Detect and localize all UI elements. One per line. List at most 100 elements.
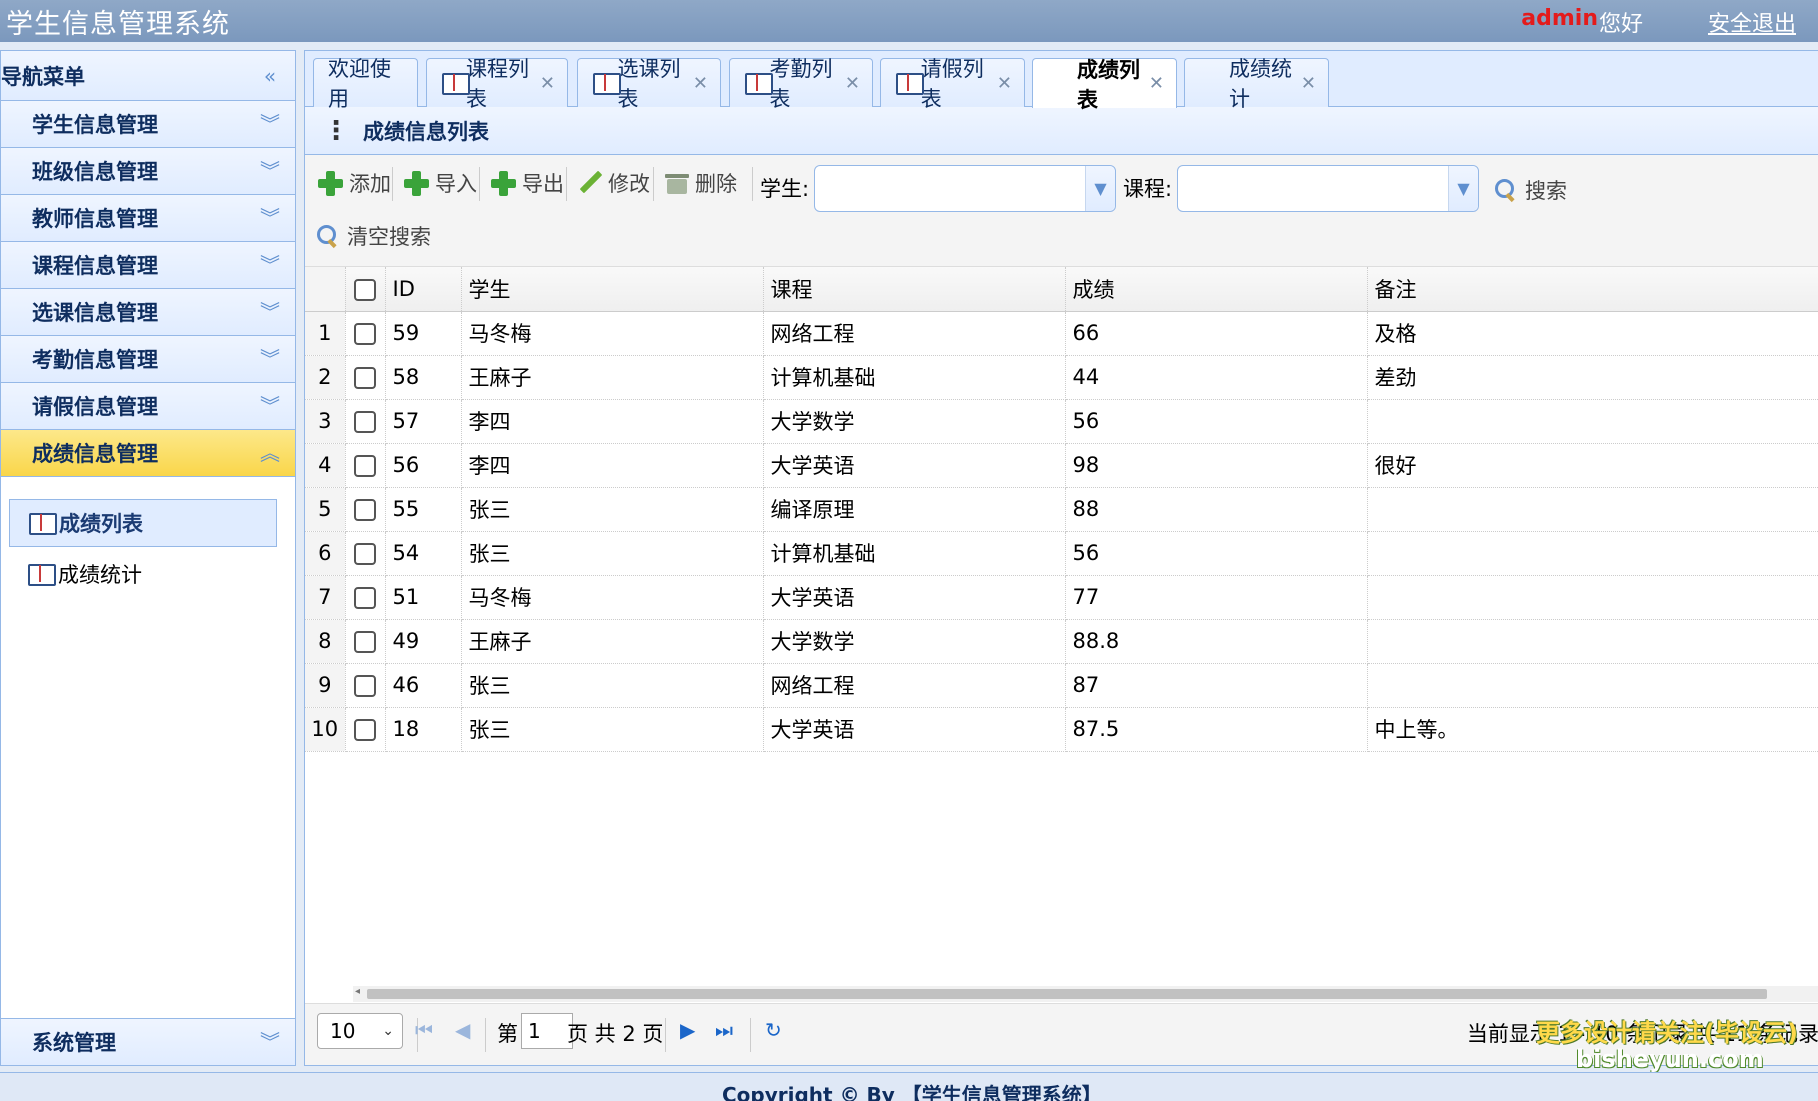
last-page-icon[interactable]: ⏭: [715, 1018, 733, 1042]
table-row[interactable]: 2 58 王麻子 计算机基础 44 差劲: [305, 355, 1818, 400]
tab-grade-stats[interactable]: 成绩统计 ✕: [1184, 57, 1329, 111]
cell-student: 王麻子: [461, 355, 764, 400]
sidebar-item-grade-stats[interactable]: 成绩统计: [9, 550, 277, 598]
row-checkbox[interactable]: [354, 543, 376, 565]
column-header-score[interactable]: 成绩: [1065, 267, 1368, 312]
tab-label: 请假列表: [920, 57, 984, 111]
cell-student: 马冬梅: [461, 311, 764, 356]
prev-page-icon[interactable]: ◀: [455, 1018, 470, 1042]
edit-button[interactable]: 修改: [578, 168, 650, 198]
cell-student: 王麻子: [461, 619, 764, 664]
table-row[interactable]: 4 56 李四 大学英语 98 很好: [305, 443, 1818, 488]
row-checkbox[interactable]: [354, 323, 376, 345]
refresh-icon[interactable]: ↻: [765, 1018, 782, 1042]
sidebar: 导航菜单 « 学生信息管理 ︾ 班级信息管理 ︾ 教师信息管理 ︾ 课程信息管理…: [0, 50, 296, 1066]
cell-id: 46: [385, 663, 462, 708]
pager-divider: [665, 1018, 666, 1052]
tab-attendance-list[interactable]: 考勤列表 ✕: [729, 57, 873, 111]
close-icon[interactable]: ✕: [693, 73, 708, 94]
row-checkbox[interactable]: [354, 367, 376, 389]
sidebar-section-teacher[interactable]: 教师信息管理 ︾: [1, 195, 295, 242]
sidebar-section-course[interactable]: 课程信息管理 ︾: [1, 242, 295, 289]
horizontal-scrollbar[interactable]: ◂: [353, 986, 1818, 1002]
row-checkbox[interactable]: [354, 587, 376, 609]
sidebar-item-label: 成绩统计: [58, 563, 142, 587]
collapse-sidebar-icon[interactable]: «: [259, 66, 281, 86]
table-row[interactable]: 6 54 张三 计算机基础 56: [305, 531, 1818, 576]
row-checkbox[interactable]: [354, 675, 376, 697]
next-page-icon[interactable]: ▶: [680, 1018, 695, 1042]
sidebar-section-attendance[interactable]: 考勤信息管理 ︾: [1, 336, 295, 383]
sidebar-item-grade-list[interactable]: 成绩列表: [9, 499, 277, 547]
scroll-left-icon[interactable]: ◂: [355, 986, 360, 997]
cell-course: 大学数学: [763, 619, 1066, 664]
table-row[interactable]: 3 57 李四 大学数学 56: [305, 399, 1818, 444]
column-header-remark[interactable]: 备注: [1367, 267, 1818, 312]
pager-divider: [485, 1018, 486, 1052]
page-suffix: 页 共 2 页: [567, 1022, 664, 1046]
search-icon: [317, 225, 339, 247]
first-page-icon[interactable]: ⏮: [415, 1018, 433, 1042]
toolbar-divider: [392, 167, 393, 201]
page-number-input[interactable]: 1: [521, 1013, 573, 1049]
course-combobox[interactable]: ▼: [1177, 165, 1479, 212]
search-icon: [1495, 179, 1517, 201]
chevron-down-icon[interactable]: ▼: [1448, 166, 1478, 211]
tab-leave-list[interactable]: 请假列表 ✕: [880, 57, 1025, 111]
scrollbar-thumb[interactable]: [367, 989, 1767, 999]
row-checkbox[interactable]: [354, 631, 376, 653]
select-all-checkbox[interactable]: [354, 278, 376, 301]
close-icon[interactable]: ✕: [845, 73, 860, 94]
row-number: 3: [305, 399, 346, 444]
chevron-down-icon[interactable]: ▼: [1085, 166, 1115, 211]
clear-search-button[interactable]: 清空搜索: [317, 221, 431, 251]
page-size-select[interactable]: 10 ⌄: [317, 1013, 403, 1049]
table-row[interactable]: 8 49 王麻子 大学数学 88.8: [305, 619, 1818, 664]
column-header-student[interactable]: 学生: [461, 267, 764, 312]
tab-selection-list[interactable]: 选课列表 ✕: [577, 57, 721, 111]
cell-student: 张三: [461, 487, 764, 532]
row-checkbox[interactable]: [354, 411, 376, 433]
sidebar-section-student[interactable]: 学生信息管理 ︾: [1, 101, 295, 148]
close-icon[interactable]: ✕: [1149, 73, 1164, 94]
tab-welcome[interactable]: 欢迎使用: [313, 57, 418, 111]
table-row[interactable]: 5 55 张三 编译原理 88: [305, 487, 1818, 532]
table-row[interactable]: 7 51 马冬梅 大学英语 77: [305, 575, 1818, 620]
table-row[interactable]: 1 59 马冬梅 网络工程 66 及格: [305, 311, 1818, 356]
cell-student: 张三: [461, 663, 764, 708]
cell-course: 计算机基础: [763, 355, 1066, 400]
sidebar-section-grades[interactable]: 成绩信息管理 ︽: [1, 430, 295, 477]
tab-label: 选课列表: [617, 57, 681, 111]
chevron-down-icon: ︾: [260, 112, 280, 136]
sidebar-section-label: 成绩信息管理: [32, 442, 158, 466]
row-checkbox[interactable]: [354, 719, 376, 741]
search-button[interactable]: 搜索: [1495, 175, 1567, 205]
logout-link[interactable]: 安全退出: [1708, 6, 1796, 38]
close-icon[interactable]: ✕: [1301, 73, 1316, 94]
column-header-course[interactable]: 课程: [763, 267, 1066, 312]
sidebar-section-selection[interactable]: 选课信息管理 ︾: [1, 289, 295, 336]
sidebar-section-system[interactable]: 系统管理 ︾: [1, 1018, 295, 1065]
chevron-up-icon: ︽: [260, 441, 280, 465]
table-row[interactable]: 10 18 张三 大学英语 87.5 中上等。: [305, 707, 1818, 752]
sidebar-section-leave[interactable]: 请假信息管理 ︾: [1, 383, 295, 430]
tab-grade-list[interactable]: 成绩列表 ✕: [1032, 58, 1177, 112]
row-select-cell: [345, 663, 386, 708]
row-checkbox[interactable]: [354, 455, 376, 477]
clear-search-label: 清空搜索: [347, 225, 431, 249]
column-header-id[interactable]: ID: [385, 267, 462, 312]
add-button[interactable]: 添加: [317, 168, 391, 198]
close-icon[interactable]: ✕: [540, 73, 555, 94]
row-select-cell: [345, 487, 386, 532]
student-combobox[interactable]: ▼: [814, 165, 1116, 212]
table-row[interactable]: 9 46 张三 网络工程 87: [305, 663, 1818, 708]
export-button[interactable]: 导出: [490, 168, 564, 198]
sidebar-section-class[interactable]: 班级信息管理 ︾: [1, 148, 295, 195]
cell-remark: [1367, 663, 1818, 708]
row-number: 2: [305, 355, 346, 400]
import-button[interactable]: 导入: [403, 168, 477, 198]
row-checkbox[interactable]: [354, 499, 376, 521]
tab-course-list[interactable]: 课程列表 ✕: [426, 57, 568, 111]
close-icon[interactable]: ✕: [997, 73, 1012, 94]
delete-button[interactable]: 删除: [665, 168, 737, 198]
